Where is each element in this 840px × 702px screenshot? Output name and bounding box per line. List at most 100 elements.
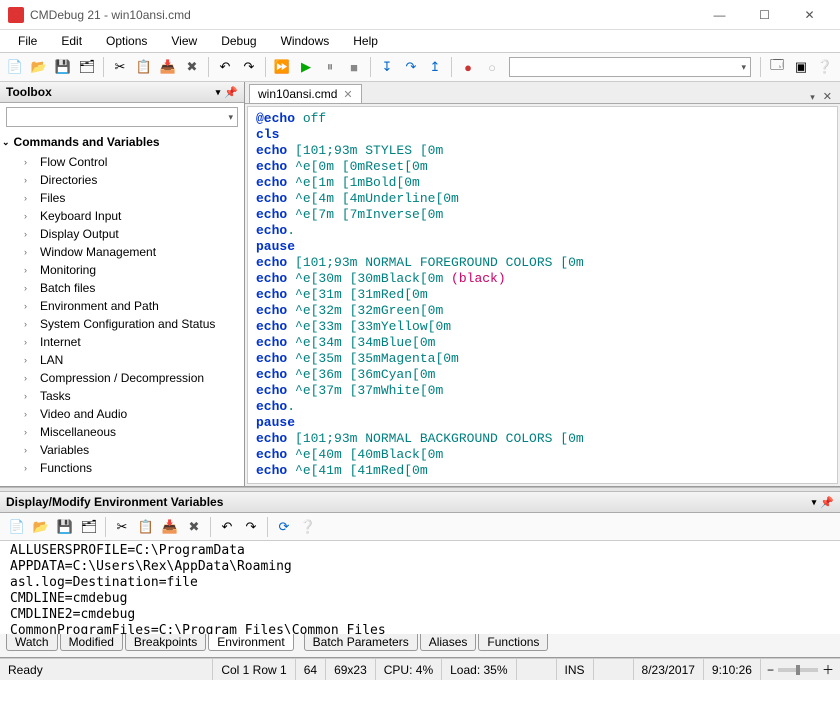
menu-help[interactable]: Help [341,31,390,51]
tree-item[interactable]: ›Environment and Path [0,297,244,315]
help-icon[interactable]: ❔ [297,516,319,538]
panel-dropdown-icon[interactable]: ▾ [216,87,221,98]
bottom-tab[interactable]: Watch [6,634,58,651]
tree-item-label: LAN [40,353,63,367]
tree-item[interactable]: › Flow Control [0,153,244,171]
tree-item[interactable]: ›Video and Audio [0,405,244,423]
copy-icon[interactable]: 📋 [133,56,155,78]
step-into-icon[interactable]: ↧ [376,56,398,78]
step-out-icon[interactable]: ↥ [424,56,446,78]
tree-item[interactable]: ›Display Output [0,225,244,243]
pause-icon[interactable]: ⏸ [319,56,341,78]
panel-pin-icon[interactable]: 📌 [224,86,238,99]
chevron-right-icon: › [24,157,34,167]
env-list[interactable]: ALLUSERSPROFILE=C:\ProgramDataAPPDATA=C:… [0,541,840,634]
tree-item-label: Environment and Path [40,299,159,313]
menu-debug[interactable]: Debug [209,31,268,51]
minimize-button[interactable]: — [697,1,742,29]
tabs-close-icon[interactable]: ✕ [819,90,836,103]
bottom-tab[interactable]: Batch Parameters [304,634,418,651]
bottom-tab[interactable]: Functions [478,634,548,651]
record-off-icon[interactable]: ○ [481,56,503,78]
toolbox-panel: Toolbox ▾ 📌 ▾ ⌄ Commands and Variables ›… [0,82,245,486]
menu-windows[interactable]: Windows [269,31,342,51]
save-all-icon[interactable]: 🗂 [78,516,100,538]
undo-icon[interactable]: ↶ [216,516,238,538]
zoom-control[interactable]: − ＋ [761,661,840,678]
zoom-slider[interactable] [778,668,818,672]
close-button[interactable]: ✕ [787,1,832,29]
tabs-dropdown-icon[interactable]: ▾ [806,92,819,103]
run-icon[interactable]: ▶ [295,56,317,78]
code-editor[interactable]: @echo offclsecho [101;93m STYLES [0mecho… [247,106,838,484]
save-icon[interactable]: 💾 [54,516,76,538]
save-all-icon[interactable]: 🗂 [76,56,98,78]
tree-item[interactable]: ›Functions [0,459,244,477]
tree-item-label: Tasks [40,389,71,403]
tree-item[interactable]: ›Keyboard Input [0,207,244,225]
chevron-right-icon: › [24,337,34,347]
bottom-tab[interactable]: Aliases [420,634,477,651]
command-combo[interactable]: ▾ [509,57,751,77]
menu-edit[interactable]: Edit [49,31,94,51]
new-icon[interactable]: 📄 [6,516,28,538]
stop-icon[interactable]: ■ [343,56,365,78]
bottom-tab[interactable]: Modified [60,634,123,651]
record-icon[interactable]: ● [457,56,479,78]
redo-icon[interactable]: ↷ [240,516,262,538]
cut-icon[interactable]: ✂ [109,56,131,78]
toolbox-filter-combo[interactable]: ▾ [6,107,238,127]
menu-view[interactable]: View [159,31,209,51]
step-over-icon[interactable]: ↷ [400,56,422,78]
paste-icon[interactable]: 📥 [157,56,179,78]
cmd-icon[interactable]: ▣ [790,56,812,78]
tree-item[interactable]: ›Batch files [0,279,244,297]
undo-icon[interactable]: ↶ [214,56,236,78]
tree-item-label: Flow Control [40,155,107,169]
tree-item[interactable]: ›Internet [0,333,244,351]
tree-item[interactable]: ›Miscellaneous [0,423,244,441]
app-icon [8,7,24,23]
cut-icon[interactable]: ✂ [111,516,133,538]
paste-icon[interactable]: 📥 [159,516,181,538]
run-fast-icon[interactable]: ⏩ [271,56,293,78]
tree-item[interactable]: ›Tasks [0,387,244,405]
maximize-button[interactable]: ☐ [742,1,787,29]
open-icon[interactable]: 📂 [30,516,52,538]
chevron-right-icon: › [24,193,34,203]
env-line: asl.log=Destination=file [10,575,830,591]
tree-item[interactable]: ›Monitoring [0,261,244,279]
tree-item[interactable]: ›System Configuration and Status [0,315,244,333]
tree-item-label: Files [40,191,65,205]
new-icon[interactable]: 📄 [4,56,26,78]
tree-item-label: Miscellaneous [40,425,116,439]
properties-icon[interactable]: 🗔 [766,56,788,78]
bottom-tab[interactable]: Breakpoints [125,634,206,651]
help-icon[interactable]: ❔ [814,56,836,78]
bottom-tab[interactable]: Environment [208,634,293,651]
redo-icon[interactable]: ↷ [238,56,260,78]
toolbox-tree[interactable]: ⌄ Commands and Variables › Flow Control ›D… [0,131,244,486]
copy-icon[interactable]: 📋 [135,516,157,538]
tree-item[interactable]: ›LAN [0,351,244,369]
delete-icon[interactable]: ✖ [181,56,203,78]
zoom-out-icon[interactable]: − [767,663,774,677]
tree-item[interactable]: ›Directories [0,171,244,189]
refresh-icon[interactable]: ⟳ [273,516,295,538]
chevron-right-icon: › [24,175,34,185]
panel-dropdown-icon[interactable]: ▾ [812,497,817,508]
tree-item[interactable]: ›Window Management [0,243,244,261]
panel-pin-icon[interactable]: 📌 [820,496,834,509]
save-icon[interactable]: 💾 [52,56,74,78]
zoom-in-icon[interactable]: ＋ [822,661,834,678]
close-tab-icon[interactable]: ✕ [343,88,352,101]
tree-item[interactable]: ›Compression / Decompression [0,369,244,387]
tree-item[interactable]: › Files [0,189,244,207]
delete-icon[interactable]: ✖ [183,516,205,538]
menu-options[interactable]: Options [94,31,159,51]
menu-file[interactable]: File [6,31,49,51]
open-icon[interactable]: 📂 [28,56,50,78]
tree-item[interactable]: ›Variables [0,441,244,459]
file-tab[interactable]: win10ansi.cmd ✕ [249,84,362,103]
tree-root[interactable]: ⌄ Commands and Variables [0,131,244,153]
